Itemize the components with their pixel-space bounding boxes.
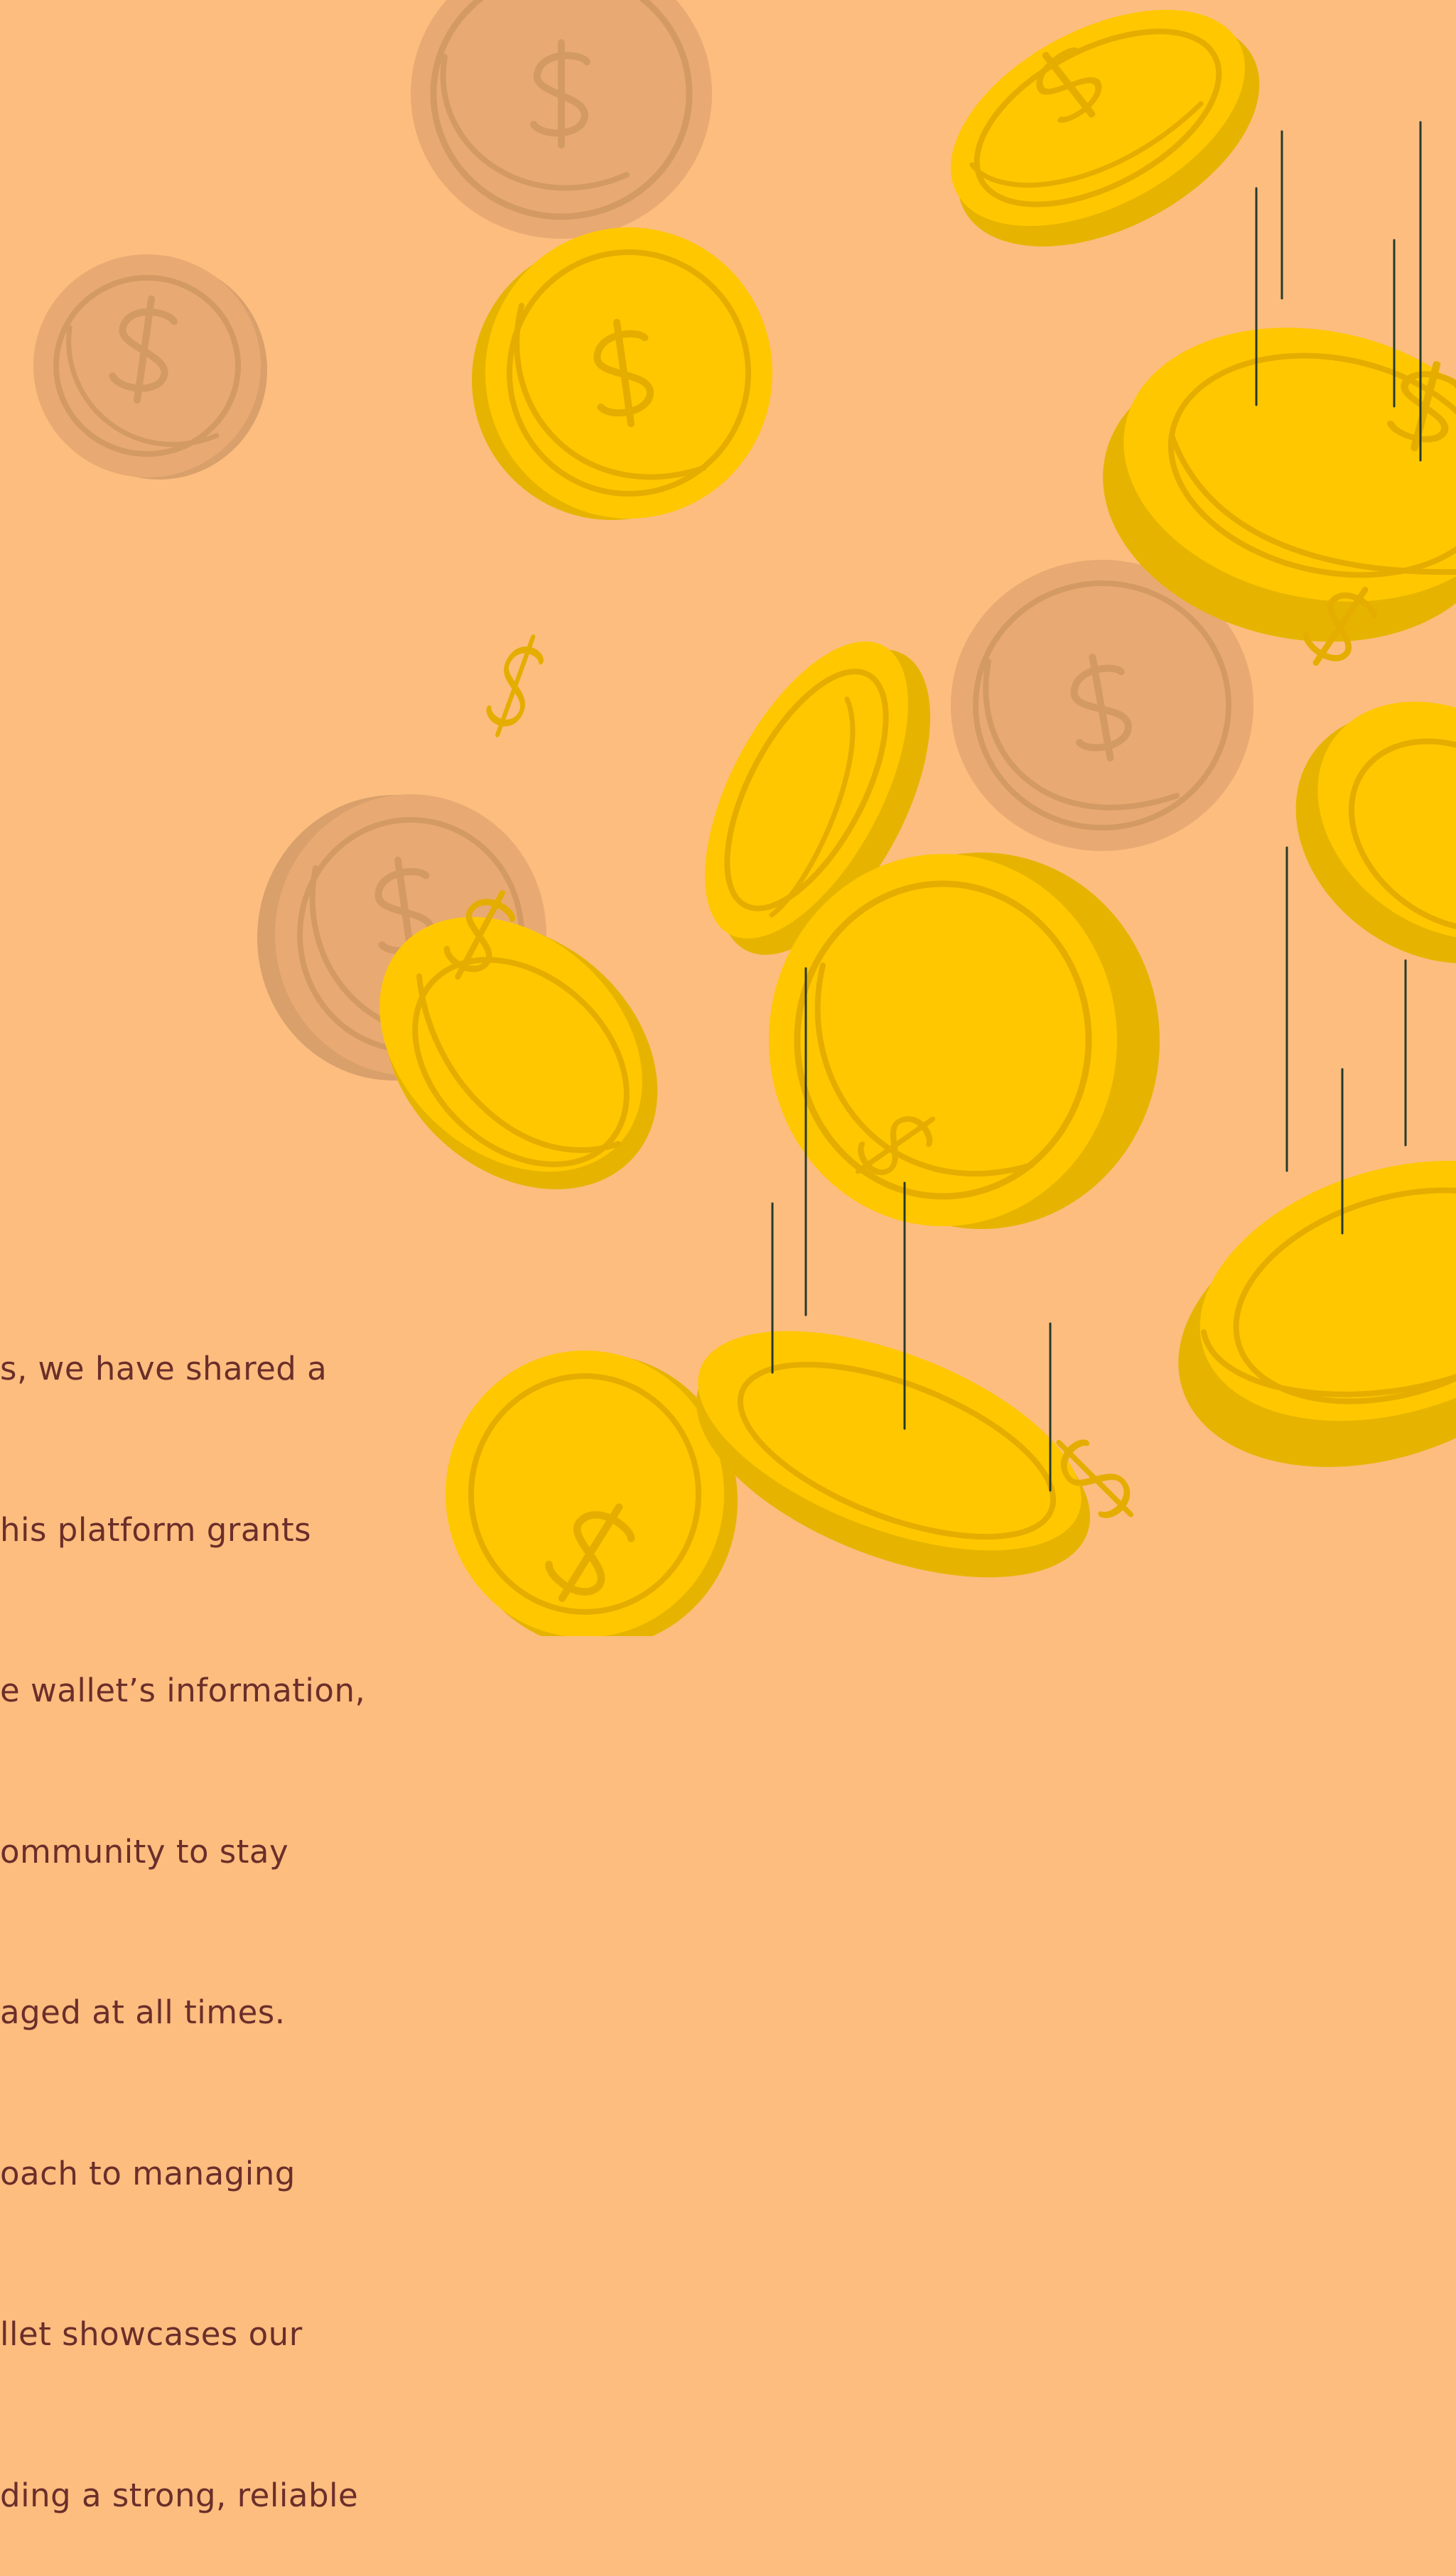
body-copy-line-8: ding a strong, reliable [0, 2476, 359, 2514]
body-copy: s, we have shared a his platform grants … [0, 1235, 370, 2576]
body-copy-line-1: s, we have shared a [0, 1350, 328, 1387]
body-copy-line-2: his platform grants [0, 1510, 312, 1549]
gold-coin-bottom-left [446, 1351, 738, 1636]
gold-coin-right-lower [1247, 576, 1456, 964]
body-copy-line-5: aged at all times. [0, 1993, 286, 2031]
gold-coin-upper-middle [472, 227, 772, 520]
body-copy-line-3: e wallet’s information, [0, 1672, 366, 1709]
body-copy-line-4: ommunity to stay [0, 1832, 289, 1871]
faded-coin-top [411, 0, 712, 239]
gold-coin-top-right [950, 9, 1260, 247]
faded-coin-left [33, 254, 267, 480]
body-copy-line-6: oach to managing [0, 2154, 296, 2192]
gold-coin-bottom-right [1045, 1160, 1456, 1528]
body-copy-line-7: llet showcases our [0, 2315, 303, 2353]
